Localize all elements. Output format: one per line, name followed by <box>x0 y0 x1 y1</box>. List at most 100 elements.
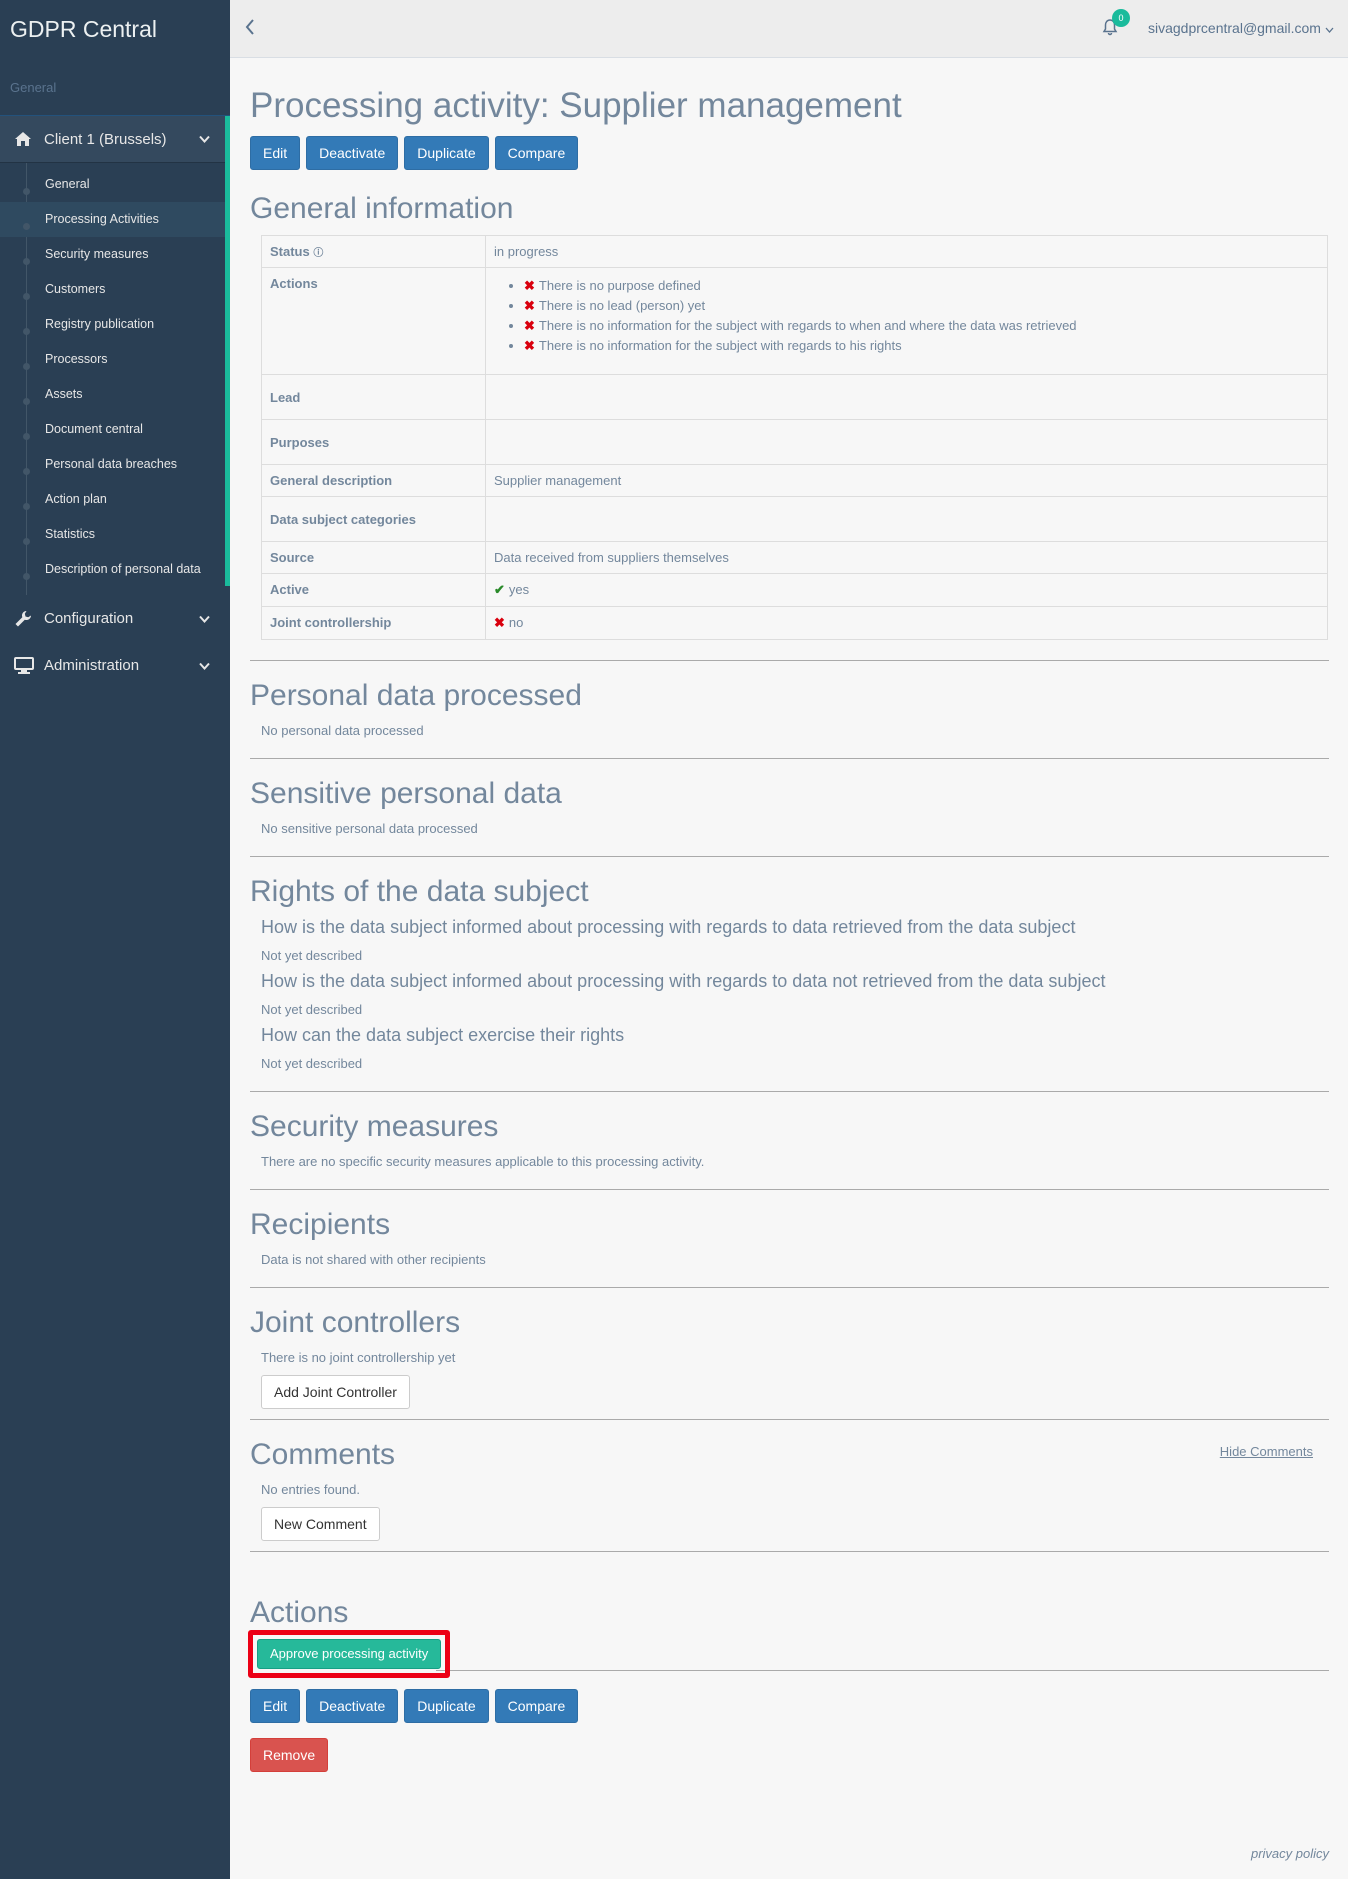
sidebar-item-customers[interactable]: Customers <box>0 272 230 307</box>
data-subject-categories-label: Data subject categories <box>261 496 486 542</box>
table-row: Data subject categories <box>261 496 1328 542</box>
purposes-label: Purposes <box>261 419 486 465</box>
divider <box>250 1091 1329 1092</box>
status-label: Status ⓘ <box>261 235 486 268</box>
privacy-policy-link[interactable]: privacy policy <box>1251 1846 1329 1861</box>
rights-answer-2: Not yet described <box>261 1002 363 1017</box>
chevron-left-icon[interactable] <box>244 18 256 41</box>
comments-heading: Comments <box>250 1438 396 1471</box>
cross-icon: ✖ <box>524 278 535 293</box>
duplicate-button[interactable]: Duplicate <box>404 1689 489 1723</box>
sidebar-item-processors[interactable]: Processors <box>0 342 230 377</box>
remove-button[interactable]: Remove <box>250 1738 329 1772</box>
hide-comments-link[interactable]: Hide Comments <box>1220 1444 1313 1459</box>
duplicate-button[interactable]: Duplicate <box>404 136 489 170</box>
joint-controllers-text: There is no joint controllership yet <box>261 1350 456 1365</box>
cross-icon: ✖ <box>494 615 505 630</box>
sidebar-item-document-central[interactable]: Document central <box>0 412 230 447</box>
actions-value: ✖There is no purpose defined ✖There is n… <box>485 267 1328 375</box>
sidebar-item-action-plan[interactable]: Action plan <box>0 482 230 517</box>
general-description-value: Supplier management <box>485 464 1328 497</box>
highlight-box: Approve processing activity <box>248 1630 451 1678</box>
sidebar-item-personal-data-breaches[interactable]: Personal data breaches <box>0 447 230 482</box>
lead-value <box>485 374 1328 420</box>
wrench-icon <box>14 610 34 628</box>
chevron-down-icon <box>199 131 210 148</box>
purposes-value <box>485 419 1328 465</box>
deactivate-button[interactable]: Deactivate <box>306 1689 399 1723</box>
list-item: ✖There is no purpose defined <box>524 276 1319 296</box>
active-value: ✔ yes <box>485 573 1328 607</box>
brand-title[interactable]: GDPR Central <box>0 0 230 58</box>
list-item: ✖There is no information for the subject… <box>524 316 1319 336</box>
sidebar-administration-label: Administration <box>44 657 140 674</box>
check-icon: ✔ <box>494 582 505 597</box>
security-measures-text: There are no specific security measures … <box>261 1154 705 1169</box>
table-row: Joint controllership ✖ no <box>261 606 1328 640</box>
sidebar-item-statistics[interactable]: Statistics <box>0 517 230 552</box>
personal-data-text: No personal data processed <box>261 723 424 738</box>
sidebar-item-processing-activities[interactable]: Processing Activities <box>0 202 230 237</box>
user-email: sivagdprcentral@gmail.com <box>1148 20 1321 36</box>
info-icon[interactable]: ⓘ <box>313 248 323 259</box>
sidebar-item-assets[interactable]: Assets <box>0 377 230 412</box>
sidebar-item-security-measures[interactable]: Security measures <box>0 237 230 272</box>
general-description-label: General description <box>261 464 486 497</box>
rights-heading: Rights of the data subject <box>250 875 589 908</box>
security-measures-heading: Security measures <box>250 1110 499 1143</box>
sidebar-section-title: General <box>0 58 230 116</box>
top-action-buttons: Edit Deactivate Duplicate Compare <box>250 136 1329 170</box>
sidebar-item-description-of-personal-data[interactable]: Description of personal data <box>0 552 230 587</box>
divider <box>250 1419 1329 1420</box>
user-menu[interactable]: sivagdprcentral@gmail.com <box>1148 20 1334 36</box>
lead-label: Lead <box>261 374 486 420</box>
sidebar-item-registry-publication[interactable]: Registry publication <box>0 307 230 342</box>
sidebar-item-client[interactable]: Client 1 (Brussels) <box>0 116 230 163</box>
chevron-down-icon <box>199 610 210 627</box>
divider <box>250 1189 1329 1190</box>
rights-answer-1: Not yet described <box>261 948 363 963</box>
actions-list: ✖There is no purpose defined ✖There is n… <box>494 276 1319 356</box>
list-item: ✖There is no information for the subject… <box>524 336 1319 356</box>
list-item: ✖There is no lead (person) yet <box>524 296 1319 316</box>
divider <box>250 758 1329 759</box>
divider <box>436 1670 1329 1671</box>
table-row: General description Supplier management <box>261 464 1328 497</box>
main-content: Processing activity: Supplier management… <box>248 58 1329 1772</box>
edit-button[interactable]: Edit <box>250 1689 301 1723</box>
compare-button[interactable]: Compare <box>494 1689 579 1723</box>
sidebar-item-configuration[interactable]: Configuration <box>0 595 230 642</box>
cross-icon: ✖ <box>524 298 535 313</box>
chevron-down-icon <box>1325 27 1334 33</box>
status-value: in progress <box>485 235 1328 268</box>
table-row: Lead <box>261 374 1328 420</box>
client-submenu: General Processing Activities Security m… <box>0 163 230 595</box>
sensitive-data-text: No sensitive personal data processed <box>261 821 478 836</box>
sidebar-item-general[interactable]: General <box>0 167 230 202</box>
actions-heading: Actions <box>250 1596 349 1629</box>
comments-text: No entries found. <box>261 1482 361 1497</box>
deactivate-button[interactable]: Deactivate <box>306 136 399 170</box>
client-menu: Client 1 (Brussels) General Processing A… <box>0 116 230 595</box>
actions-label: Actions <box>261 267 486 375</box>
source-value: Data received from suppliers themselves <box>485 541 1328 574</box>
cross-icon: ✖ <box>524 318 535 333</box>
joint-controllers-heading: Joint controllers <box>250 1306 461 1339</box>
general-information-heading: General information <box>250 192 514 225</box>
sidebar-item-administration[interactable]: Administration <box>0 642 230 689</box>
compare-button[interactable]: Compare <box>494 136 579 170</box>
table-row: Actions ✖There is no purpose defined ✖Th… <box>261 267 1328 375</box>
table-row: Active ✔ yes <box>261 573 1328 607</box>
rights-question-2: How is the data subject informed about p… <box>261 971 1106 991</box>
rights-question-1: How is the data subject informed about p… <box>261 917 1076 937</box>
divider <box>250 1551 1329 1552</box>
cross-icon: ✖ <box>524 338 535 353</box>
approve-processing-activity-button[interactable]: Approve processing activity <box>257 1639 442 1669</box>
active-label: Active <box>261 573 486 607</box>
add-joint-controller-button[interactable]: Add Joint Controller <box>261 1375 410 1409</box>
chevron-down-icon <box>199 657 210 674</box>
general-information-table: Status ⓘ in progress Actions ✖There is n… <box>261 235 1328 640</box>
new-comment-button[interactable]: New Comment <box>261 1507 380 1541</box>
edit-button[interactable]: Edit <box>250 136 301 170</box>
rights-answer-3: Not yet described <box>261 1056 363 1071</box>
